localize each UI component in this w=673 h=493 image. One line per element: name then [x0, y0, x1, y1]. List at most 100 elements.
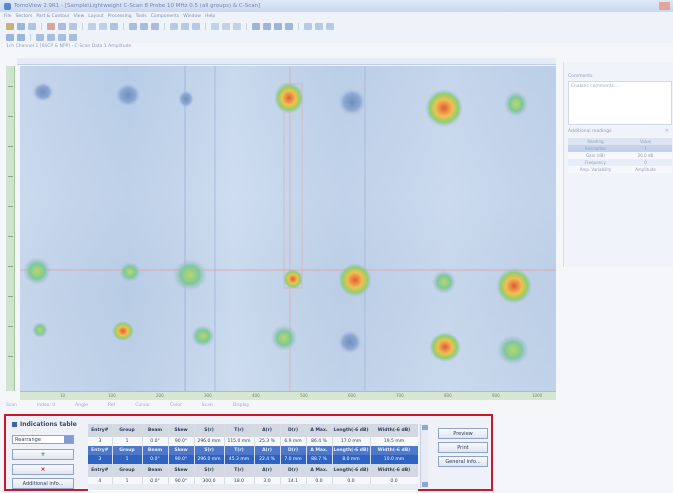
menu-help[interactable]: Help	[205, 14, 215, 19]
view4-icon[interactable]	[285, 23, 293, 30]
view2-icon[interactable]	[263, 23, 271, 30]
menu-part-contour[interactable]: Part & Contour	[36, 14, 69, 19]
measure-icon[interactable]	[110, 23, 118, 30]
add-indication-button[interactable]: +	[12, 449, 74, 460]
rotate-icon[interactable]	[315, 23, 323, 30]
grid-cell: T(r)	[224, 446, 255, 455]
select-value: Rearrange	[15, 436, 41, 443]
grid-cell: 88.7 %	[306, 455, 333, 464]
readings-row[interactable]: Gain (dB) 26.0 dB	[568, 152, 672, 159]
table-row[interactable]: 3 1 0.0° 90.0° 296.0 mm 45.3 mm 22.4 % 7.0 mm 88…	[88, 455, 418, 464]
layout3-icon[interactable]	[151, 23, 159, 30]
table-row[interactable]: 3 1 0.0° 90.0° 296.0 mm 115.0 mm 25.3 % 6.9 mm 8…	[88, 437, 418, 446]
preview-button[interactable]: Preview	[438, 428, 488, 439]
volume-icon[interactable]	[211, 23, 219, 30]
status-item: Scan	[201, 403, 213, 408]
grid-cell: Group	[112, 424, 143, 437]
layout1-icon[interactable]	[129, 23, 137, 30]
grid-cell: A(r)	[254, 424, 281, 437]
ruler-label: 200	[156, 393, 164, 398]
readings-col-value: Value	[640, 139, 651, 144]
reading-value: 1	[644, 146, 647, 151]
layout-select[interactable]: Rearrange	[12, 435, 74, 444]
ruler-icon[interactable]	[326, 23, 334, 30]
menu-layout[interactable]: Layout	[88, 14, 103, 19]
readings-row[interactable]: Resolution 1	[568, 145, 672, 152]
tool1-icon[interactable]	[170, 23, 178, 30]
menu-sectors[interactable]: Sectors	[16, 14, 33, 19]
close-window-button[interactable]	[659, 2, 670, 10]
view3-icon[interactable]	[274, 23, 282, 30]
layer2-icon[interactable]	[47, 34, 55, 41]
menu-window[interactable]: Window	[183, 14, 201, 19]
grid-cell: Width(-6 dB)	[370, 424, 418, 437]
grid-cell: D(r)	[280, 446, 307, 455]
grid-cell: Group	[112, 464, 143, 477]
indication-table-panel: Indications table Rearrange + × Addition…	[4, 414, 493, 491]
export-icon[interactable]	[233, 23, 241, 30]
record-icon[interactable]	[47, 23, 55, 30]
layer3-icon[interactable]	[58, 34, 66, 41]
open-icon[interactable]	[6, 23, 14, 30]
status-item: Display	[232, 403, 250, 408]
grid-cell: Width(-6 dB)	[370, 464, 418, 477]
menu-file[interactable]: File	[4, 14, 12, 19]
view-subtitle: 1ch Channel 1 [6SCP & NPP] - C-Scan Data…	[6, 44, 132, 49]
reading-value: 0	[644, 160, 647, 165]
panel-header: Indications table	[12, 421, 77, 428]
ruler-label: 1000	[532, 393, 543, 398]
general-info-button[interactable]: General info...	[438, 456, 488, 467]
ruler-label: 400	[252, 393, 260, 398]
save-icon[interactable]	[17, 23, 25, 30]
layout2-icon[interactable]	[140, 23, 148, 30]
grid-cell: 17.0 mm	[332, 437, 371, 446]
settings-icon[interactable]	[6, 34, 14, 41]
cursor-icon[interactable]	[99, 23, 107, 30]
readings-row[interactable]: Amp. Variability Amplitude	[568, 166, 672, 173]
grid-cell: 22.4 %	[254, 455, 281, 464]
grid-cell: 86.4 %	[306, 437, 333, 446]
scroll-down-icon[interactable]	[422, 482, 428, 487]
tool2-icon[interactable]	[181, 23, 189, 30]
menu-view[interactable]: View	[74, 14, 85, 19]
view1-icon[interactable]	[252, 23, 260, 30]
grid-header-row[interactable]: Entry# Group Beam Skew S(r) T(r) A(r) D(r) A Max…	[88, 424, 418, 437]
left-ruler[interactable]	[6, 66, 15, 391]
readings-row[interactable]: Frequency 0	[568, 159, 672, 166]
chart-icon[interactable]	[222, 23, 230, 30]
indication-grid[interactable]: Entry# Group Beam Skew S(r) T(r) A(r) D(r) A Max…	[88, 424, 418, 491]
play-icon[interactable]	[58, 23, 66, 30]
grid-cell: 8.0 mm	[332, 455, 371, 464]
grid-header-row[interactable]: Entry# Group Beam Skew S(r) T(r) A(r) D(r) A Max…	[88, 464, 418, 477]
stop-icon[interactable]	[69, 23, 77, 30]
zoom-icon[interactable]	[88, 23, 96, 30]
grid-cell: Entry#	[88, 446, 113, 455]
grid-scrollbar[interactable]	[420, 424, 428, 488]
grid-horizontal-scrollbar[interactable]	[88, 484, 418, 490]
layer1-icon[interactable]	[36, 34, 44, 41]
group-icon[interactable]	[17, 34, 25, 41]
comments-field[interactable]: Enables comments...	[568, 81, 672, 125]
menu-components[interactable]: Components	[151, 14, 179, 19]
grid-icon[interactable]	[28, 23, 36, 30]
menu-processing[interactable]: Processing	[108, 14, 132, 19]
pan-icon[interactable]	[304, 23, 312, 30]
cscan-view[interactable]	[20, 66, 556, 391]
chevron-down-icon	[64, 436, 73, 443]
print-button[interactable]: Print	[438, 442, 488, 453]
ruler-label: 600	[348, 393, 356, 398]
status-item: Cursor	[135, 403, 151, 408]
close-icon[interactable]: ✕	[665, 128, 669, 134]
reading-name: Resolution	[585, 146, 606, 151]
menu-tools[interactable]: Tools	[136, 14, 147, 19]
reading-name: Frequency	[585, 160, 606, 165]
additional-info-button[interactable]: Additional info...	[12, 478, 74, 489]
tool3-icon[interactable]	[192, 23, 200, 30]
delete-indication-button[interactable]: ×	[12, 464, 74, 475]
main-toolbar	[0, 21, 673, 32]
ruler-label: 300	[204, 393, 212, 398]
grid-cell: A Max.	[306, 446, 333, 455]
scroll-up-icon[interactable]	[422, 425, 428, 430]
layer4-icon[interactable]	[69, 34, 77, 41]
grid-header-row[interactable]: Entry# Group Beam Skew S(r) T(r) A(r) D(r) A Max…	[88, 446, 418, 455]
